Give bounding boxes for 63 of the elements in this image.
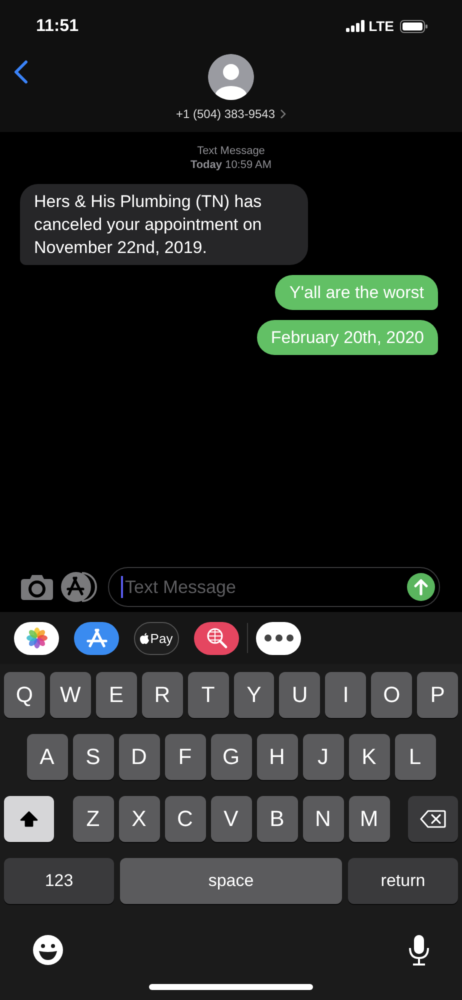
flower-icon bbox=[26, 627, 48, 649]
letter-key[interactable]: H bbox=[256, 734, 298, 780]
back-icon[interactable] bbox=[14, 60, 28, 84]
message-timestamp: Today 10:59 AM bbox=[190, 158, 272, 172]
app-store-icon bbox=[86, 628, 108, 648]
received-message: Hers & His Plumbing (TN) has canceled your appointment on November 22nd, 2019. bbox=[20, 184, 308, 265]
status-time: 11:51 bbox=[36, 16, 79, 36]
letter-key[interactable]: M bbox=[348, 796, 390, 842]
letter-key[interactable]: A bbox=[26, 734, 68, 780]
letter-key[interactable]: F bbox=[164, 734, 206, 780]
more-icon bbox=[264, 634, 294, 642]
letter-key[interactable]: V bbox=[210, 796, 252, 842]
app-store-button[interactable] bbox=[74, 622, 119, 654]
web-search-button[interactable] bbox=[194, 622, 239, 654]
backspace-icon bbox=[420, 810, 446, 828]
letter-key[interactable]: P bbox=[417, 672, 458, 718]
letter-key[interactable]: Y bbox=[234, 672, 274, 718]
letter-key[interactable]: E bbox=[96, 672, 137, 718]
send-icon[interactable] bbox=[407, 573, 435, 601]
letter-key[interactable]: S bbox=[72, 734, 114, 780]
shift-icon bbox=[20, 811, 38, 827]
composer-field[interactable]: Text Message bbox=[108, 567, 440, 607]
letter-key[interactable]: Q bbox=[4, 672, 45, 718]
sent-message: February 20th, 2020 bbox=[256, 320, 438, 355]
avatar-icon[interactable] bbox=[208, 54, 254, 100]
letter-key[interactable]: Z bbox=[72, 796, 114, 842]
space-key[interactable]: space bbox=[120, 858, 342, 904]
letter-key[interactable]: K bbox=[348, 734, 390, 780]
message-input[interactable]: Text Message bbox=[123, 576, 407, 598]
return-key[interactable]: return bbox=[348, 858, 458, 904]
app-store-icon[interactable] bbox=[60, 571, 100, 603]
letter-key[interactable]: O bbox=[371, 672, 412, 718]
signal-icon bbox=[346, 20, 366, 32]
sent-message: Y'all are the worst bbox=[275, 275, 438, 310]
more-apps-button[interactable] bbox=[256, 622, 301, 654]
chevron-icon[interactable] bbox=[280, 109, 286, 119]
numbers-key[interactable]: 123 bbox=[4, 858, 114, 904]
letter-key[interactable]: T bbox=[188, 672, 228, 718]
apple-pay-button[interactable]: Pay bbox=[134, 622, 179, 654]
letter-key[interactable]: I bbox=[325, 672, 366, 718]
contact-number[interactable]: +1 (504) 383-9543 bbox=[176, 107, 276, 121]
microphone-icon[interactable] bbox=[408, 934, 430, 966]
letter-key[interactable]: D bbox=[118, 734, 160, 780]
letter-key[interactable]: R bbox=[142, 672, 183, 718]
letter-key[interactable]: X bbox=[118, 796, 160, 842]
photos-app-button[interactable] bbox=[14, 622, 59, 654]
letter-key[interactable]: L bbox=[394, 734, 436, 780]
letter-key[interactable]: N bbox=[302, 796, 344, 842]
letter-key[interactable]: B bbox=[256, 796, 298, 842]
battery-icon bbox=[400, 20, 428, 32]
shift-key[interactable] bbox=[4, 796, 54, 842]
network-label: LTE bbox=[368, 18, 394, 34]
letter-key[interactable]: W bbox=[50, 672, 91, 718]
letter-key[interactable]: C bbox=[164, 796, 206, 842]
letter-key[interactable]: U bbox=[279, 672, 320, 718]
apple-icon bbox=[140, 632, 150, 644]
letter-key[interactable]: G bbox=[210, 734, 252, 780]
service-label: Text Message bbox=[197, 144, 265, 158]
globe-search-icon bbox=[204, 626, 228, 650]
camera-icon[interactable] bbox=[20, 574, 54, 600]
letter-key[interactable]: J bbox=[302, 734, 344, 780]
delete-key[interactable] bbox=[408, 796, 458, 842]
emoji-icon[interactable] bbox=[32, 934, 64, 966]
